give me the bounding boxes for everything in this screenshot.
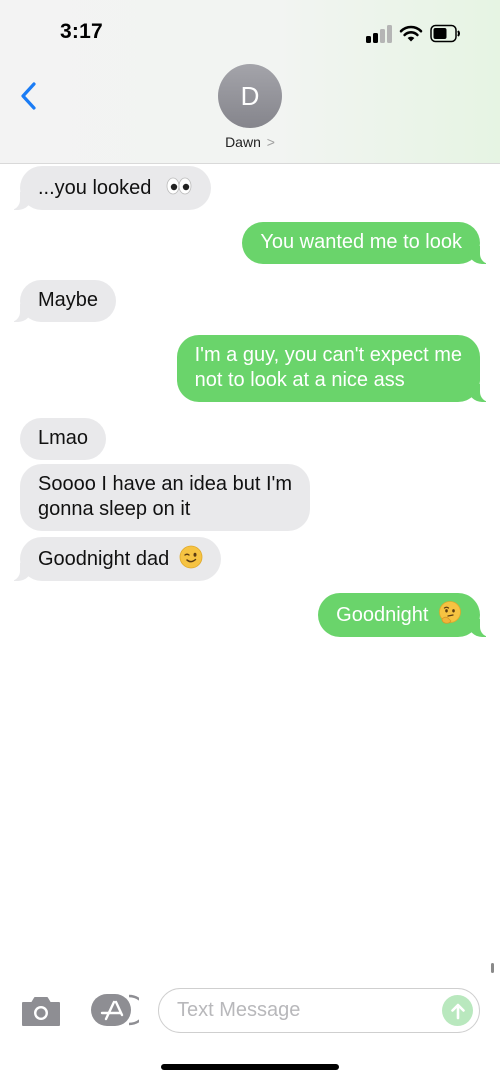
thinking-face-emoji-icon	[439, 601, 461, 624]
message-text: Goodnight dad	[38, 548, 170, 570]
message-text: You wanted me to look	[260, 231, 462, 253]
message-input[interactable]: Text Message	[158, 988, 480, 1033]
conversation-header: 3:17 D Dawn >	[0, 0, 500, 164]
eyes-emoji-icon	[166, 177, 192, 195]
arrow-up-icon	[450, 1003, 465, 1019]
chevron-right-icon: >	[266, 134, 275, 150]
message-bubble-outgoing[interactable]: Goodnight	[318, 593, 490, 637]
message-input-placeholder: Text Message	[177, 999, 301, 1021]
message-text-line: Soooo I have an idea but I'm	[38, 473, 292, 495]
message-text-line: not to look at a nice ass	[194, 369, 405, 391]
contact-avatar[interactable]: D	[218, 64, 282, 128]
message-text: Lmao	[38, 427, 89, 449]
home-indicator	[161, 1064, 339, 1070]
message-bubble-incoming[interactable]: ...you looked	[10, 166, 211, 210]
message-text: ...you looked	[38, 177, 152, 199]
message-bubble-incoming[interactable]: Lmao	[20, 418, 107, 460]
message-text-line: gonna sleep on it	[38, 498, 191, 520]
wifi-icon	[399, 25, 423, 42]
status-time: 3:17	[60, 20, 103, 43]
cellular-signal-icon	[366, 25, 394, 43]
contact-name: Dawn	[225, 134, 261, 150]
message-text: Maybe	[38, 289, 99, 311]
message-text: Goodnight	[336, 604, 429, 626]
message-bubble-incoming[interactable]: Goodnight dad	[10, 537, 221, 581]
back-button[interactable]	[14, 78, 46, 114]
avatar-initial: D	[240, 80, 260, 111]
message-text-line: I'm a guy, you can't expect me	[194, 344, 462, 366]
send-button[interactable]	[442, 995, 473, 1026]
scroll-indicator	[491, 963, 494, 973]
message-bubble-outgoing[interactable]: You wanted me to look	[242, 222, 490, 264]
battery-icon	[430, 24, 460, 43]
message-bubble-incoming[interactable]: Maybe	[9, 280, 117, 322]
winking-face-emoji-icon	[179, 545, 203, 569]
contact-name-button[interactable]: Dawn >	[0, 134, 500, 150]
message-bubble-outgoing[interactable]: I'm a guy, you can't expect me not to lo…	[176, 335, 491, 402]
message-bubble-incoming[interactable]: Soooo I have an idea but I'm gonna sleep…	[20, 464, 310, 531]
camera-button[interactable]	[20, 994, 62, 1028]
app-store-button[interactable]	[89, 992, 139, 1028]
